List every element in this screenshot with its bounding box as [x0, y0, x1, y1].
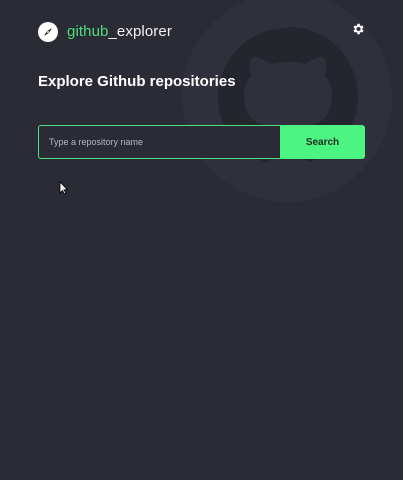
gear-icon[interactable]	[351, 22, 365, 36]
brand: github_explorer	[38, 22, 172, 42]
app-name-accent: github	[67, 23, 109, 40]
search-input[interactable]	[38, 125, 280, 159]
app-name-rest: _explorer	[108, 23, 172, 40]
page-title: Explore Github repositories	[38, 73, 236, 90]
search-form: Search	[38, 125, 365, 159]
app-name: github_explorer	[67, 22, 172, 42]
app-header: github_explorer	[38, 22, 365, 42]
mouse-cursor-icon	[59, 181, 69, 195]
compass-icon	[38, 22, 58, 42]
search-button[interactable]: Search	[280, 125, 365, 159]
